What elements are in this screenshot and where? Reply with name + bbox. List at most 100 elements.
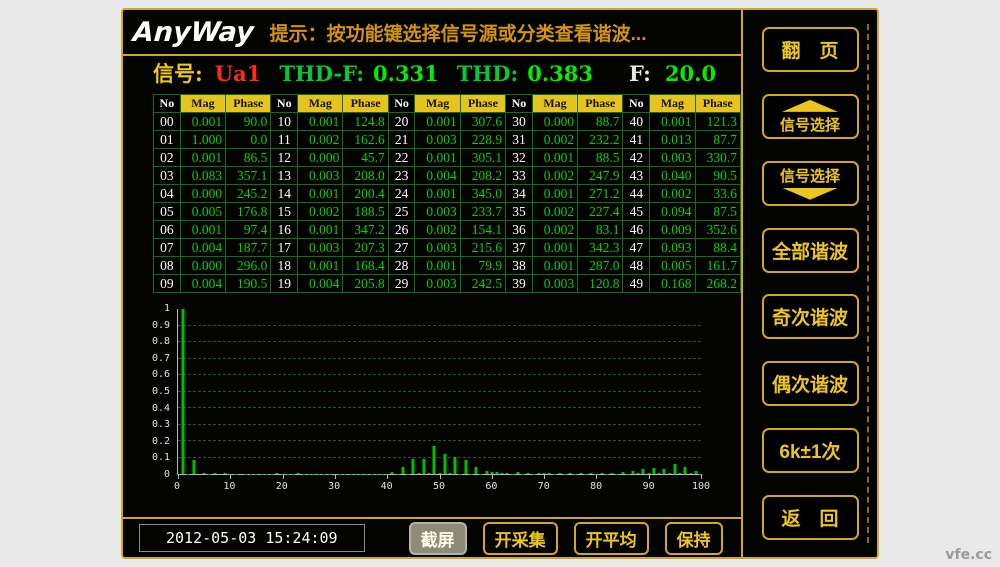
sidebar-button-all-harmonics[interactable]: 全部谐波: [762, 228, 859, 273]
x-tick-label: 20: [276, 481, 288, 492]
statusbar-button-start-average[interactable]: 开平均: [574, 522, 649, 555]
watermark: vfe.cc: [945, 547, 992, 563]
cell-no: 41: [623, 131, 650, 149]
chart-gridline: [178, 424, 701, 425]
cell-phase: 342.3: [578, 239, 623, 257]
cell-mag: 0.009: [650, 221, 695, 239]
cell-mag: 0.001: [298, 221, 343, 239]
cell-phase: 121.3: [695, 113, 741, 131]
x-tick-label: 10: [223, 481, 235, 492]
cell-mag: 0.004: [298, 275, 343, 293]
cell-mag: 0.001: [532, 149, 577, 167]
cell-no: 20: [388, 113, 415, 131]
page: AnyWay 提示：按功能键选择信号源或分类查看谐波... 信号: Ua1 TH…: [0, 0, 1000, 567]
sidebar-button-page-turn[interactable]: 翻 页: [762, 27, 859, 72]
cell-no: 27: [388, 239, 415, 257]
sidebar-button-signal-select-up[interactable]: 信号选择: [762, 94, 859, 139]
cell-phase: 307.6: [460, 113, 505, 131]
cell-mag: 0.004: [180, 239, 225, 257]
cell-no: 25: [388, 203, 415, 221]
chart-bar: [673, 464, 676, 474]
sidebar-button-even-harmonics[interactable]: 偶次谐波: [762, 361, 859, 406]
cell-no: 07: [154, 239, 181, 257]
chart-bar: [506, 473, 509, 474]
chart-bar: [475, 467, 478, 474]
sidebar-button-odd-harmonics[interactable]: 奇次谐波: [762, 294, 859, 339]
signal-label: 信号:: [153, 58, 203, 88]
statusbar-button-start-capture[interactable]: 开采集: [483, 522, 558, 555]
chart-bar: [501, 473, 504, 474]
chart-bar: [412, 459, 415, 475]
table-header-mag: Mag: [180, 95, 225, 113]
cell-phase: 168.4: [343, 257, 388, 275]
cell-mag: 0.001: [298, 257, 343, 275]
frequency-value: 20.0: [665, 61, 716, 86]
table-header-phase: Phase: [695, 95, 741, 113]
timestamp: 2012-05-03 15:24:09: [139, 524, 365, 552]
chart-x-axis: 0102030405060708090100: [177, 481, 701, 497]
cell-no: 16: [271, 221, 298, 239]
cell-mag: 0.003: [415, 203, 460, 221]
sidebar-button-back[interactable]: 返 回: [762, 495, 859, 540]
chart-bar: [422, 459, 425, 474]
statusbar-buttons: 截屏开采集开平均保持: [409, 522, 723, 555]
sidebar-button-label: 偶次谐波: [772, 370, 848, 397]
cell-phase: 97.4: [226, 221, 271, 239]
table-row: 030.083357.1130.003208.0230.004208.2330.…: [154, 167, 741, 185]
cell-phase: 190.5: [226, 275, 271, 293]
chart-bar: [496, 472, 499, 474]
x-tick-label: 50: [433, 481, 445, 492]
chart-bar: [213, 473, 216, 474]
table-header-no: No: [271, 95, 298, 113]
chart-bar: [611, 473, 614, 474]
cell-phase: 120.8: [578, 275, 623, 293]
thdf-label: THD-F:: [279, 61, 364, 86]
cell-mag: 0.094: [650, 203, 695, 221]
chart-gridline: [178, 457, 701, 458]
statusbar-button-screenshot[interactable]: 截屏: [409, 522, 467, 555]
chart-bar: [443, 454, 446, 474]
cell-no: 23: [388, 167, 415, 185]
cell-mag: 0.002: [415, 221, 460, 239]
cell-no: 02: [154, 149, 181, 167]
sidebar-button-label: 返 回: [781, 504, 838, 531]
cell-mag: 0.000: [180, 185, 225, 203]
analyzer-screen: AnyWay 提示：按功能键选择信号源或分类查看谐波... 信号: Ua1 TH…: [121, 8, 879, 559]
y-tick-label: 0.3: [152, 419, 170, 431]
cell-no: 13: [271, 167, 298, 185]
thd-value: 0.383: [527, 61, 593, 86]
cell-mag: 0.003: [415, 239, 460, 257]
frequency-label: F:: [629, 61, 651, 86]
y-tick-label: 0.7: [152, 353, 170, 365]
main-area: AnyWay 提示：按功能键选择信号源或分类查看谐波... 信号: Ua1 TH…: [123, 10, 741, 557]
cell-phase: 87.7: [695, 131, 741, 149]
cell-no: 45: [623, 203, 650, 221]
signal-row: 信号: Ua1 THD-F: 0.331 THD: 0.383 F: 20.0: [123, 56, 741, 90]
cell-phase: 90.5: [695, 167, 741, 185]
statusbar-button-hold[interactable]: 保持: [665, 522, 723, 555]
cell-phase: 208.2: [460, 167, 505, 185]
cell-no: 24: [388, 185, 415, 203]
table-header-no: No: [623, 95, 650, 113]
x-tick-mark: [387, 474, 388, 479]
cell-phase: 88.4: [695, 239, 741, 257]
cell-phase: 200.4: [343, 185, 388, 203]
cell-phase: 245.2: [226, 185, 271, 203]
chart-gridline: [178, 440, 701, 441]
cell-mag: 0.003: [532, 275, 577, 293]
sidebar-button-signal-select-down[interactable]: 信号选择: [762, 161, 859, 206]
x-tick-label: 40: [381, 481, 393, 492]
cell-no: 31: [506, 131, 533, 149]
table-header-mag: Mag: [415, 95, 460, 113]
thdf-value: 0.331: [373, 61, 439, 86]
chart-bar: [579, 473, 582, 474]
cell-no: 37: [506, 239, 533, 257]
cell-no: 19: [271, 275, 298, 293]
cell-no: 33: [506, 167, 533, 185]
cell-phase: 161.7: [695, 257, 741, 275]
cell-mag: 0.005: [650, 257, 695, 275]
sidebar-button-6k1-harmonics[interactable]: 6k±1次: [762, 428, 859, 473]
x-tick-label: 80: [590, 481, 602, 492]
cell-no: 14: [271, 185, 298, 203]
cell-no: 29: [388, 275, 415, 293]
